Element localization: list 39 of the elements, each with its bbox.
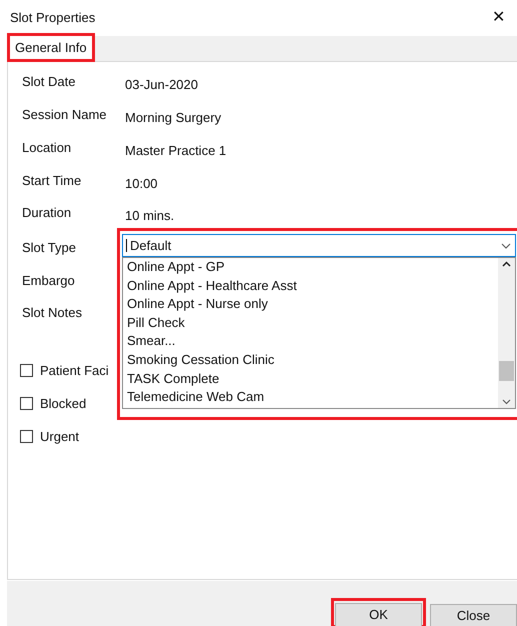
chevron-down-icon xyxy=(502,399,511,405)
field-label: Slot Notes xyxy=(22,304,82,322)
field-label: Start Time xyxy=(22,172,82,190)
tab[interactable]: General Info xyxy=(10,36,92,59)
checkbox[interactable] xyxy=(20,397,33,410)
scrollbar-thumb[interactable] xyxy=(499,361,514,381)
field-value: Master Practice 1 xyxy=(125,142,226,160)
close-button[interactable]: ✕ xyxy=(492,10,505,26)
dropdown-option[interactable]: Online Appt - Nurse only xyxy=(127,295,498,314)
field-label: Location xyxy=(22,139,72,157)
chevron-up-icon xyxy=(502,261,511,267)
checkbox[interactable] xyxy=(20,430,33,443)
checkbox-label: Urgent xyxy=(40,428,80,446)
field-value: 10 mins. xyxy=(125,207,174,225)
field-label: Duration xyxy=(22,204,72,222)
dropdown-option[interactable]: Pill Check xyxy=(127,314,498,332)
dialog-button[interactable]: OK xyxy=(335,603,422,626)
field-label: Embargo xyxy=(22,272,75,290)
dropdown-option[interactable]: Online Appt - Healthcare Asst xyxy=(127,276,498,296)
dropdown-option[interactable]: Online Appt - GP xyxy=(127,258,498,277)
dropdown-option[interactable]: Telemedicine Web Cam xyxy=(127,388,498,407)
dropdown-option[interactable]: TASK Complete xyxy=(127,370,498,388)
chevron-down-icon xyxy=(501,242,511,248)
field-value: Morning Surgery xyxy=(125,109,222,127)
field-label: Slot Date xyxy=(22,73,76,91)
scrollbar[interactable] xyxy=(498,258,515,408)
checkbox[interactable] xyxy=(20,364,33,377)
checkbox-label: Patient Faci xyxy=(40,362,109,380)
field-label: Session Name xyxy=(22,106,108,124)
field-value: 10:00 xyxy=(125,175,158,193)
window-title: Slot Properties xyxy=(10,9,96,28)
dropdown-option[interactable]: Smoking Cessation Clinic xyxy=(127,350,498,370)
field-value: 03-Jun-2020 xyxy=(125,76,198,94)
dropdown-option[interactable]: Smear... xyxy=(127,332,498,351)
checkbox-label: Blocked xyxy=(40,394,86,413)
field-label: Slot Type xyxy=(22,239,76,257)
dialog-button[interactable]: Close xyxy=(430,604,517,626)
slot-type-dropdown[interactable]: Default xyxy=(122,234,516,257)
dropdown-value: Default xyxy=(126,239,501,252)
